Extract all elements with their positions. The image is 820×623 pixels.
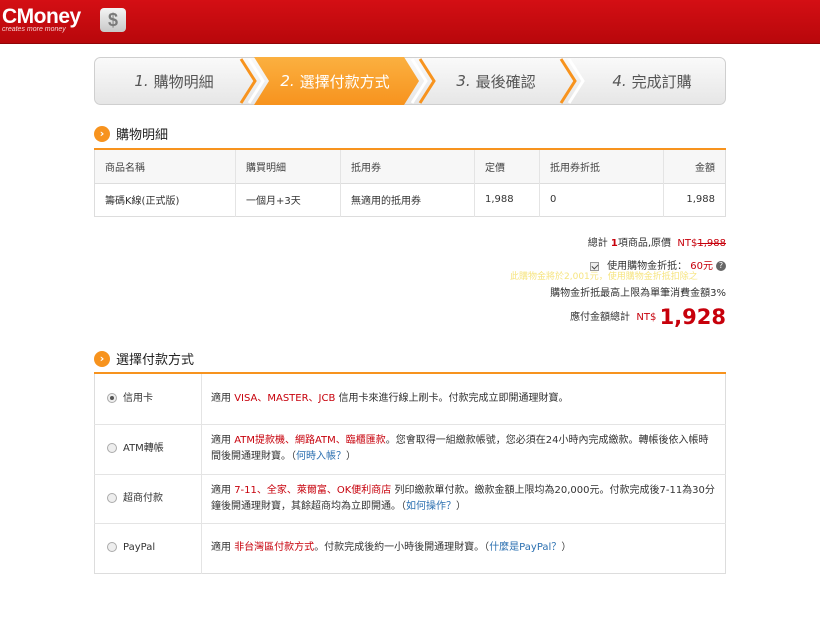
order-count-line: 總計 1項商品,原價 NT$1,988 [588, 234, 726, 249]
desc-text: 信用卡來進行線上刷卡。付款完成立即開通理財寶。 [335, 392, 569, 404]
table-cell: 1,988 [474, 182, 540, 216]
table-row: 籌碼K線(正式版) 一個月+3天 無適用的抵用券 1,988 0 1,988 [94, 182, 726, 216]
table-cell: 1,988 [663, 182, 726, 216]
credit-note-faint: 此購物金將於2,001元，使用購物金折抵扣除之 [510, 272, 698, 282]
order-section-title: › 購物明細 [94, 124, 168, 143]
payment-option-cell[interactable]: 信用卡 [94, 373, 202, 424]
help-link-what-is-paypal[interactable]: 什麼是PayPal？ [489, 542, 561, 553]
option-label[interactable]: 信用卡 [123, 393, 153, 404]
total-line: 應付金額總計 NT$ 1,928 [570, 305, 726, 329]
desc-text: 適用 [211, 542, 235, 553]
count-prefix: 總計 [587, 238, 608, 249]
table-cell: 籌碼K線(正式版) [94, 182, 236, 216]
credit-limit-note: 購物金折抵最高上限為單筆消費金額3% [550, 288, 726, 299]
item-count: 1 [610, 238, 618, 249]
desc-text: ） [346, 451, 356, 462]
radio-paypal[interactable] [107, 542, 117, 552]
col-header: 金額 [663, 148, 726, 183]
table-cell: 0 [539, 182, 664, 216]
total-currency: NT$ [636, 312, 657, 323]
desc-highlight: VISA、MASTER、JCB [234, 392, 336, 404]
desc-highlight: 7-11、全家、萊爾富、OK便利商店 [234, 484, 392, 496]
help-icon[interactable]: ? [716, 261, 726, 271]
desc-text: 適用 [211, 392, 235, 404]
payment-option-cell[interactable]: 超商付款 [94, 473, 202, 523]
table-header-row: 商品名稱 購買明細 抵用券 定價 抵用券折抵 金額 [94, 148, 726, 183]
payment-option-atm[interactable]: ATM轉帳 適用 ATM提款機、網路ATM、臨櫃匯款。您會取得一組繳款帳號，您必… [94, 423, 726, 474]
radio-convenience-store[interactable] [107, 492, 117, 503]
col-header: 抵用券 [340, 148, 475, 183]
col-header: 商品名稱 [94, 148, 236, 183]
total-label: 應付金額總計 [570, 312, 631, 323]
option-label[interactable]: PayPal [123, 542, 155, 553]
table-cell: 一個月+3天 [235, 182, 341, 216]
step-label: 購物明細 [153, 72, 214, 91]
arrow-right-icon: › [94, 125, 110, 142]
payment-option-cell[interactable]: PayPal [94, 522, 202, 573]
total-amount: 1,928 [659, 305, 726, 329]
step-number: 1. [134, 72, 149, 90]
order-table: 商品名稱 購買明細 抵用券 定價 抵用券折抵 金額 籌碼K線(正式版) 一個月+… [94, 148, 726, 217]
payment-description: 適用 非台灣區付款方式。付款完成後約一小時後開通理財寶。（什麼是PayPal？） [201, 522, 726, 573]
payment-options-table: 信用卡 適用 VISA、MASTER、JCB 信用卡來進行線上刷卡。付款完成立即… [94, 372, 726, 574]
cmoney-logo[interactable]: CMoney creates more money [2, 6, 81, 33]
desc-text: 適用 [211, 484, 235, 496]
payment-option-paypal[interactable]: PayPal 適用 非台灣區付款方式。付款完成後約一小時後開通理財寶。（什麼是P… [94, 522, 726, 573]
help-link-when-credited[interactable]: 何時入帳？ [296, 451, 346, 462]
radio-credit-card[interactable] [107, 392, 117, 403]
payment-section-title: › 選擇付款方式 [94, 349, 194, 368]
step-3: 3. 最後確認 [426, 57, 566, 105]
radio-atm[interactable] [107, 443, 117, 453]
payment-option-convenience-store[interactable]: 超商付款 適用 7-11、全家、萊爾富、OK便利商店 列印繳款單付款。繳款金額上… [94, 473, 726, 523]
col-header: 購買明細 [235, 148, 341, 183]
step-label: 最後確認 [475, 72, 536, 91]
payment-description: 適用 VISA、MASTER、JCB 信用卡來進行線上刷卡。付款完成立即開通理財… [202, 373, 726, 424]
desc-text: ） [561, 542, 572, 553]
order-title-text: 購物明細 [116, 128, 169, 143]
step-number: 3. [456, 72, 471, 90]
payment-description: 適用 7-11、全家、萊爾富、OK便利商店 列印繳款單付款。繳款金額上限均為20… [201, 473, 726, 523]
original-currency: NT$ [677, 238, 698, 249]
step-4: 4. 完成訂購 [578, 57, 726, 105]
step-number: 4. [612, 72, 627, 90]
payment-option-cell[interactable]: ATM轉帳 [94, 423, 202, 474]
desc-text: 適用 [211, 435, 235, 446]
desc-text: ） [456, 500, 466, 512]
original-price: 1,988 [697, 238, 726, 249]
option-label[interactable]: ATM轉帳 [123, 443, 164, 454]
step-1: 1. 購物明細 [94, 57, 254, 105]
step-2: 2. 選擇付款方式 [260, 57, 410, 105]
step-label: 完成訂購 [631, 72, 692, 91]
help-link-how-to[interactable]: 如何操作？ [406, 501, 456, 512]
arrow-right-icon: › [94, 350, 110, 367]
step-number: 2. [280, 72, 295, 90]
col-header: 抵用券折抵 [539, 148, 664, 183]
payment-title-text: 選擇付款方式 [116, 353, 195, 368]
logo-text: CMoney [2, 5, 81, 28]
col-header: 定價 [474, 148, 540, 183]
step-label: 選擇付款方式 [299, 72, 390, 91]
top-header: CMoney creates more money $ [0, 0, 820, 44]
checkout-steps: 1. 購物明細 2. 選擇付款方式 3. 最後確認 4. 完成訂購 [94, 57, 726, 105]
payment-option-credit-card[interactable]: 信用卡 適用 VISA、MASTER、JCB 信用卡來進行線上刷卡。付款完成立即… [94, 373, 726, 424]
table-cell: 無適用的抵用券 [340, 182, 475, 216]
payment-description: 適用 ATM提款機、網路ATM、臨櫃匯款。您會取得一組繳款帳號，您必須在24小時… [201, 423, 726, 474]
desc-highlight: ATM提款機、網路ATM、臨櫃匯款 [234, 435, 386, 446]
count-suffix: 項商品,原價 [617, 238, 672, 249]
option-label[interactable]: 超商付款 [123, 493, 163, 504]
dollar-icon: $ [100, 8, 126, 32]
desc-highlight: 非台灣區付款方式 [234, 542, 315, 553]
desc-text: 。付款完成後約一小時後開通理財寶。（ [314, 542, 490, 553]
